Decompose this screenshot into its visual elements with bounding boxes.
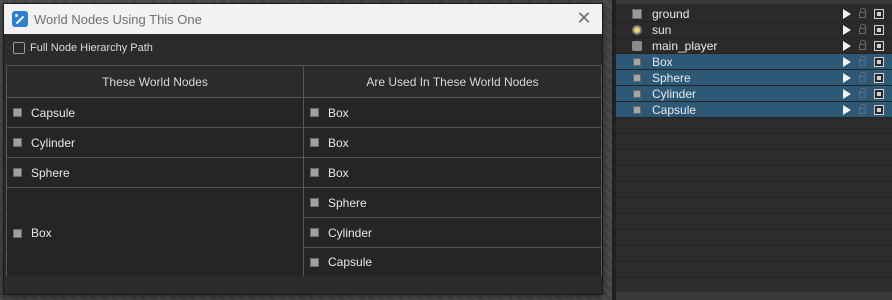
- visibility-icon[interactable]: [874, 104, 884, 115]
- mesh-node-icon: [13, 168, 22, 177]
- usage-table: These World Nodes Are Used In These Worl…: [6, 65, 602, 278]
- mesh-node-icon: [633, 57, 641, 66]
- cell-label: Box: [31, 226, 52, 240]
- cell-label: Sphere: [328, 195, 367, 210]
- lock-icon[interactable]: [859, 72, 866, 82]
- mesh-node-icon: [633, 89, 641, 98]
- tree-empty-row: [616, 198, 892, 214]
- tree-item-label: sun: [652, 22, 672, 37]
- cell-label: Sphere: [31, 165, 70, 180]
- table-cell-left[interactable]: Sphere: [7, 158, 304, 188]
- lock-icon[interactable]: [859, 24, 866, 34]
- lock-icon[interactable]: [859, 40, 866, 50]
- play-icon[interactable]: [843, 56, 851, 67]
- mesh-node-icon: [310, 168, 319, 177]
- mesh-node-icon: [13, 138, 22, 147]
- mesh-node-icon: [310, 138, 319, 147]
- dialog-title: World Nodes Using This One: [34, 11, 202, 27]
- cell-label: Capsule: [328, 255, 373, 269]
- visibility-icon[interactable]: [874, 8, 884, 19]
- play-icon[interactable]: [843, 72, 851, 83]
- mesh-node-icon: [13, 228, 22, 238]
- lock-icon[interactable]: [859, 104, 866, 114]
- tree-item-label: main_player: [652, 38, 718, 53]
- tree-item-capsule[interactable]: Capsule: [616, 102, 892, 118]
- visibility-icon[interactable]: [874, 88, 884, 99]
- visibility-icon[interactable]: [874, 72, 884, 83]
- visibility-icon[interactable]: [874, 24, 884, 35]
- table-cell-right[interactable]: Cylinder: [304, 218, 601, 248]
- panel-top-border: [616, 0, 892, 4]
- tree-empty-row: [616, 166, 892, 182]
- ground-icon: [632, 8, 642, 19]
- mesh-node-icon: [310, 108, 319, 117]
- visibility-icon[interactable]: [874, 40, 884, 51]
- panel-bottom-border: [616, 292, 892, 300]
- lock-icon[interactable]: [859, 8, 866, 18]
- tree-empty-row: [616, 214, 892, 230]
- table-cell-right[interactable]: Capsule: [304, 248, 601, 276]
- tree-item-ground[interactable]: ground: [616, 6, 892, 22]
- tree-item-sun[interactable]: sun: [616, 22, 892, 38]
- tree-empty-row: [616, 182, 892, 198]
- tree-empty-row: [616, 230, 892, 246]
- cell-label: Box: [328, 105, 349, 120]
- cell-label: Cylinder: [328, 225, 373, 240]
- close-button[interactable]: ✕: [576, 10, 592, 28]
- tree-item-label: Box: [652, 54, 673, 69]
- table-cell-left[interactable]: Box: [7, 188, 304, 278]
- column-divider[interactable]: [303, 66, 304, 276]
- play-icon[interactable]: [843, 24, 851, 35]
- dialog-titlebar[interactable]: World Nodes Using This One ✕: [4, 4, 602, 34]
- full-path-label[interactable]: Full Node Hierarchy Path: [30, 42, 153, 54]
- play-icon[interactable]: [843, 8, 851, 19]
- tree-empty-row: [616, 134, 892, 150]
- scene-tree-panel: ground sun main_player Box Sphere Cylind…: [612, 0, 892, 300]
- lock-icon[interactable]: [859, 56, 866, 66]
- visibility-icon[interactable]: [874, 56, 884, 67]
- table-cell-left[interactable]: Capsule: [7, 98, 304, 128]
- full-path-checkbox[interactable]: [13, 42, 25, 54]
- tree-empty-row: [616, 262, 892, 278]
- player-icon: [632, 40, 642, 51]
- lock-icon[interactable]: [859, 88, 866, 98]
- table-cell-right[interactable]: Box: [304, 158, 601, 188]
- tree-item-label: Capsule: [652, 102, 697, 117]
- mesh-node-icon: [633, 105, 641, 114]
- mesh-node-icon: [13, 108, 22, 117]
- table-cell-right[interactable]: Sphere: [304, 188, 601, 218]
- table-cell-left[interactable]: Cylinder: [7, 128, 304, 158]
- tree-item-label: ground: [652, 6, 690, 21]
- column-header-used-in[interactable]: Are Used In These World Nodes: [304, 66, 601, 98]
- mesh-node-icon: [633, 73, 641, 82]
- mesh-node-icon: [310, 228, 319, 237]
- tree-item-main-player[interactable]: main_player: [616, 38, 892, 54]
- tree-item-sphere[interactable]: Sphere: [616, 70, 892, 86]
- tree-empty-row: [616, 118, 892, 134]
- app-icon: [12, 11, 28, 27]
- sun-icon: [632, 24, 642, 35]
- world-nodes-dialog: World Nodes Using This One ✕ Full Node H…: [3, 3, 603, 295]
- tree-item-cylinder[interactable]: Cylinder: [616, 86, 892, 102]
- tree-empty-row: [616, 150, 892, 166]
- play-icon[interactable]: [843, 104, 851, 115]
- table-cell-right[interactable]: Box: [304, 98, 601, 128]
- cell-label: Box: [328, 135, 349, 150]
- play-icon[interactable]: [843, 88, 851, 99]
- dialog-footer: [4, 276, 602, 294]
- mesh-node-icon: [310, 198, 319, 207]
- options-row: Full Node Hierarchy Path: [4, 34, 602, 62]
- column-header-these-nodes[interactable]: These World Nodes: [7, 66, 304, 98]
- mesh-node-icon: [310, 257, 319, 267]
- cell-label: Box: [328, 165, 349, 180]
- cell-label: Capsule: [31, 105, 76, 120]
- table-cell-right[interactable]: Box: [304, 128, 601, 158]
- tree-item-label: Cylinder: [652, 86, 697, 101]
- tree-item-label: Sphere: [652, 70, 691, 85]
- tree-empty-row: [616, 246, 892, 262]
- play-icon[interactable]: [843, 40, 851, 51]
- cell-label: Cylinder: [31, 135, 76, 150]
- tree-item-box[interactable]: Box: [616, 54, 892, 70]
